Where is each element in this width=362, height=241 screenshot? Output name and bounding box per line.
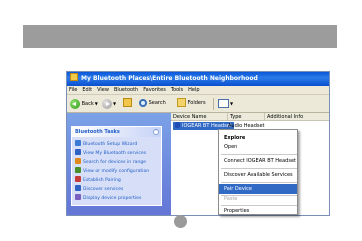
configuration-icon <box>75 167 81 173</box>
menu-item-properties[interactable]: Properties <box>219 206 297 216</box>
bluetooth-tasks-heading: Bluetooth Tasks <box>75 129 120 135</box>
task-view-services[interactable]: View My Bluetooth services <box>75 149 161 158</box>
views-icon <box>218 99 229 108</box>
menu-edit[interactable]: Edit <box>82 87 92 93</box>
pairing-icon <box>75 176 81 182</box>
menu-item-connect[interactable]: Connect IOGEAR BT Headset <box>219 156 297 166</box>
search-label: Search <box>148 100 166 106</box>
title-bar: My Bluetooth Places\Entire Bluetooth Nei… <box>67 72 329 86</box>
search-icon <box>139 98 147 107</box>
forward-dropdown-icon: ▼ <box>113 101 117 106</box>
menu-view[interactable]: View <box>97 87 109 93</box>
views-dropdown-icon: ▼ <box>230 101 234 106</box>
menu-help[interactable]: Help <box>188 87 199 93</box>
menu-item-open[interactable]: Open <box>219 142 297 152</box>
task-discover-services[interactable]: Discover services <box>75 185 161 194</box>
menu-separator <box>221 154 297 155</box>
menu-file[interactable]: File <box>69 87 77 93</box>
page-indicator <box>174 215 187 228</box>
task-view-configuration[interactable]: View or modify configuration <box>75 167 161 176</box>
back-arrow-icon <box>70 98 80 109</box>
search-button[interactable]: Search <box>139 98 166 109</box>
menu-separator <box>221 168 297 169</box>
services-icon <box>75 149 81 155</box>
menu-bar: File Edit View Bluetooth Favorites Tools Help <box>67 86 329 95</box>
menu-bluetooth[interactable]: Bluetooth <box>114 87 138 93</box>
up-folder-icon <box>123 98 132 107</box>
search-devices-icon <box>75 158 81 164</box>
collapse-chevron-icon[interactable]: ˄ <box>153 129 159 135</box>
menu-separator <box>221 182 297 183</box>
window-title: My Bluetooth Places\Entire Bluetooth Nei… <box>81 75 258 82</box>
task-list: Bluetooth Setup Wizard View My Bluetooth… <box>72 137 161 203</box>
context-menu: Explore Open Connect IOGEAR BT Headset D… <box>218 129 298 215</box>
forward-button[interactable]: ▼ <box>102 98 116 109</box>
up-folder-button[interactable] <box>123 98 132 109</box>
task-device-properties[interactable]: Display device properties <box>75 194 161 203</box>
views-button[interactable]: ▼ <box>218 98 233 109</box>
menu-favorites[interactable]: Favorites <box>143 87 166 93</box>
folders-label: Folders <box>187 100 206 106</box>
folders-button[interactable]: Folders <box>177 98 206 109</box>
properties-icon <box>75 194 81 200</box>
menu-tools[interactable]: Tools <box>171 87 183 93</box>
toolbar-separator <box>213 98 214 110</box>
column-type[interactable]: Type <box>228 113 265 121</box>
bluetooth-tasks-panel: Bluetooth Tasks ˄ Bluetooth Setup Wizard… <box>71 126 162 206</box>
task-pane: Bluetooth Tasks ˄ Bluetooth Setup Wizard… <box>67 113 171 215</box>
folders-icon <box>177 98 186 107</box>
forward-arrow-icon <box>102 98 112 109</box>
column-device-name[interactable]: Device Name <box>171 113 228 121</box>
menu-item-pair-device[interactable]: Pair Device <box>219 184 297 194</box>
task-setup-wizard[interactable]: Bluetooth Setup Wizard <box>75 140 161 149</box>
menu-item-paste: Paste <box>224 196 238 202</box>
menu-item-discover-services[interactable]: Discover Available Services <box>219 170 297 180</box>
column-additional-info[interactable]: Additional Info <box>265 113 329 121</box>
task-establish-pairing[interactable]: Establish Pairing <box>75 176 161 185</box>
toolbar: Back▼ ▼ Search Folders ▼ <box>67 95 329 113</box>
back-dropdown-icon: ▼ <box>94 101 98 106</box>
bluetooth-device-icon <box>175 122 180 128</box>
header-band <box>23 25 337 48</box>
task-search-devices[interactable]: Search for devices in range <box>75 158 161 167</box>
wizard-icon <box>75 140 81 146</box>
bluetooth-tasks-header[interactable]: Bluetooth Tasks ˄ <box>72 127 161 137</box>
discover-icon <box>75 185 81 191</box>
bluetooth-places-icon <box>70 73 78 81</box>
back-label: Back <box>81 101 94 107</box>
back-button[interactable]: Back▼ <box>70 98 98 109</box>
